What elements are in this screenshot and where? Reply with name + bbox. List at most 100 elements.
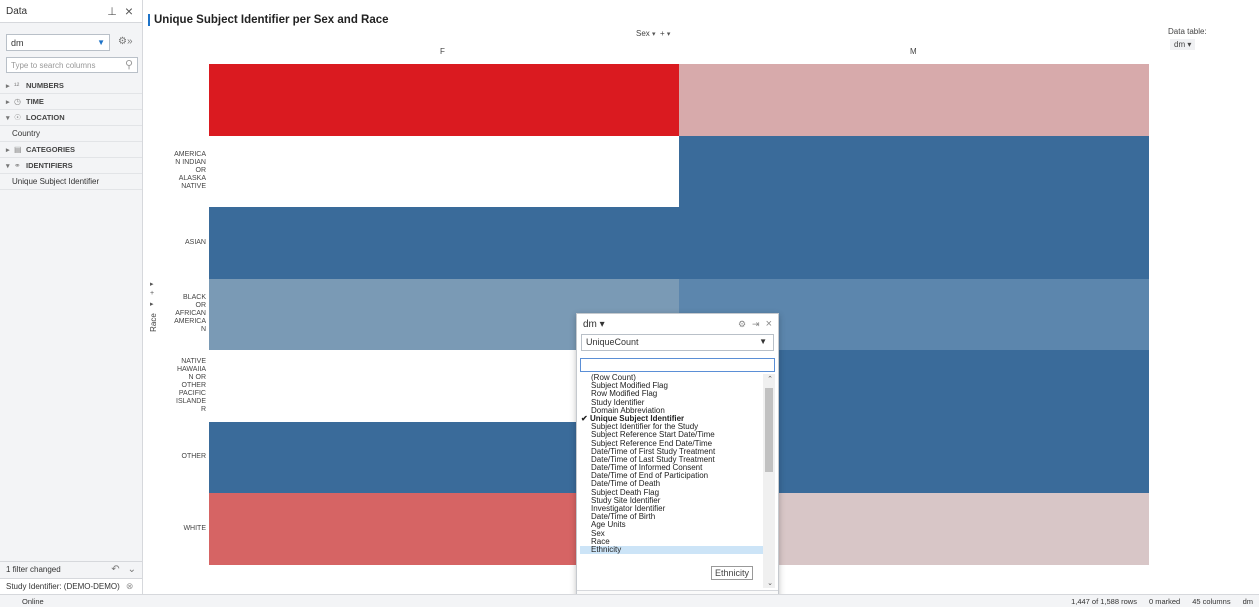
row-label: AMERICA N INDIAN OR ALASKA NATIVE [160, 151, 206, 191]
close-icon[interactable]: × [766, 318, 772, 330]
popup-header: dm ▾ ⚙ ⇥ × [577, 314, 778, 334]
row-label-line: NATIVE [181, 183, 206, 191]
category-identifiers[interactable]: ▾ ⚭ IDENTIFIERS [0, 158, 142, 174]
chevron-down-icon[interactable]: ⌄ [128, 564, 136, 575]
category-label: CATEGORIES [26, 145, 76, 154]
heatmap-cell[interactable] [209, 207, 679, 279]
category-label: TIME [26, 97, 44, 106]
column-count: 45 columns [1192, 597, 1231, 606]
column-option[interactable]: Age Units [580, 521, 775, 529]
column-item-country[interactable]: Country [0, 126, 142, 142]
column-item-unique-subject-identifier[interactable]: Unique Subject Identifier [0, 174, 142, 190]
row-label-line: AMERICA [174, 151, 206, 159]
chevron-down-icon[interactable]: ⌄ [767, 579, 773, 587]
search-icon: ⚲ [124, 59, 133, 71]
row-label: ASIAN [160, 239, 206, 247]
chevron-up-icon[interactable]: ⌃ [767, 375, 773, 383]
row-label-line: NATIVE [181, 357, 206, 365]
row-label-line: WHITE [183, 524, 206, 532]
row-label-line: ISLANDE [176, 397, 206, 405]
row-label: NATIVE HAWAIIA N OR OTHER PACIFIC ISLANDE R [160, 358, 206, 414]
popup-search-input[interactable] [580, 358, 775, 372]
chevron-down-icon: ▾ [652, 31, 656, 38]
close-icon[interactable]: × [122, 3, 136, 19]
status-bar: Online 1,447 of 1,588 rows 0 marked 45 c… [0, 594, 1259, 607]
row-axis-label: Race [148, 313, 158, 332]
row-label-line: OTHER [181, 381, 207, 389]
column-list: (Row Count) Subject Modified Flag Row Modi… [580, 374, 775, 588]
filter-status-text: 1 filter changed [6, 565, 61, 574]
chevron-right-icon: ▸ [6, 146, 10, 154]
heatmap-cell[interactable] [209, 135, 679, 207]
chevron-right-icon: ▸ [6, 82, 10, 90]
category-numbers[interactable]: ▸ ¹² NUMBERS [0, 78, 142, 94]
row-label-line: N INDIAN [175, 159, 206, 167]
row-axis-selector[interactable]: ▸ + ▸ Race [146, 280, 158, 340]
category-time[interactable]: ▸ ◷ TIME [0, 94, 142, 110]
row-label-line: ALASKA [178, 175, 206, 183]
data-table-select-value: dm [11, 38, 24, 48]
row-label-line: OR [195, 167, 207, 175]
row-label-line: OR [195, 302, 207, 310]
scrollbar-thumb[interactable] [765, 388, 773, 472]
row-count: 1,447 of 1,588 rows [1071, 597, 1137, 606]
undo-icon[interactable]: ↶ [111, 564, 119, 575]
popup-table-value: dm [583, 318, 597, 330]
visualization-data-table-value: dm [1174, 40, 1186, 49]
category-label: LOCATION [26, 113, 65, 122]
visualization-title: Unique Subject Identifier per Sex and Ra… [148, 14, 389, 26]
gear-icon[interactable]: ⚙ [738, 319, 746, 330]
heatmap-cell[interactable] [679, 207, 1149, 279]
chevron-right-icon[interactable]: ▸ [150, 300, 154, 308]
chevron-down-icon: ▾ [666, 31, 671, 38]
gear-icon[interactable]: ⚙» [118, 36, 133, 47]
numbers-icon: ¹² [14, 81, 20, 90]
online-status: Online [22, 597, 44, 606]
chevron-right-icon[interactable]: ▸ [150, 280, 154, 288]
column-axis-selector[interactable]: Sex ▾ + ▾ [636, 29, 670, 38]
heatmap-cell[interactable] [679, 135, 1149, 207]
scrollbar[interactable]: ⌃ ⌄ [763, 374, 775, 588]
category-categories[interactable]: ▸ ▤ CATEGORIES [0, 142, 142, 158]
column-axis-label: Sex [636, 29, 650, 38]
chevron-down-icon: ▼ [97, 38, 105, 47]
column-option[interactable]: Ethnicity [580, 545, 775, 555]
row-label-line: HAWAIIA [176, 365, 206, 373]
category-location[interactable]: ▾ ☉ LOCATION [0, 110, 142, 126]
axis-column-popup: dm ▾ ⚙ ⇥ × UniqueCount ▼ (Row Count) Subj… [576, 313, 779, 607]
chevron-down-icon: ▾ [6, 162, 10, 170]
data-table-label: Data table: [1168, 27, 1207, 36]
filter-tag: Study Identifier: (DEMO-DEMO) ⊗ [0, 578, 142, 594]
marked-count: 0 marked [1148, 597, 1181, 606]
data-panel: Data ⊥ × dm ▼ ⚙» Type to search columns … [0, 0, 143, 607]
data-panel-header: Data ⊥ × [0, 0, 142, 23]
visualization-data-table-select[interactable]: dm ▾ [1170, 39, 1196, 50]
aggregation-select[interactable]: UniqueCount ▼ [581, 334, 774, 351]
row-label: OTHER [160, 453, 207, 461]
chevron-down-icon: ▼ [759, 337, 767, 346]
heatmap-cell[interactable] [209, 64, 679, 136]
status-table: dm [1242, 597, 1253, 606]
category-label: NUMBERS [26, 81, 64, 90]
row-label-line: PACIFIC [178, 389, 206, 397]
add-axis-button[interactable]: + [660, 29, 665, 38]
column-category-list: ▸ ¹² NUMBERS ▸ ◷ TIME ▾ ☉ LOCATION Count… [0, 78, 142, 190]
row-label: BLACK OR AFRICAN AMERICA N [160, 294, 206, 334]
add-axis-icon[interactable]: + [150, 290, 154, 297]
row-label-line: BLACK [183, 294, 206, 302]
column-search-input[interactable]: Type to search columns ⚲ [6, 57, 138, 73]
column-search-placeholder: Type to search columns [11, 61, 96, 70]
category-label: IDENTIFIERS [26, 161, 73, 170]
data-table-select[interactable]: dm ▼ [6, 34, 110, 51]
row-label-line: AMERICA [174, 318, 206, 326]
row-label: WHITE [160, 525, 206, 533]
popup-table-select[interactable]: dm ▾ [583, 319, 732, 330]
categories-icon: ▤ [14, 145, 22, 154]
heatmap-cell[interactable] [679, 64, 1149, 136]
expand-icon[interactable]: ⇥ [752, 319, 760, 330]
row-label-line: OTHER [181, 453, 207, 461]
pin-icon[interactable]: ⊥ [105, 5, 119, 18]
remove-filter-icon[interactable]: ⊗ [126, 581, 134, 592]
filter-status-bar: 1 filter changed ↶ ⌄ [0, 561, 142, 577]
row-label-line: ASIAN [184, 238, 206, 246]
